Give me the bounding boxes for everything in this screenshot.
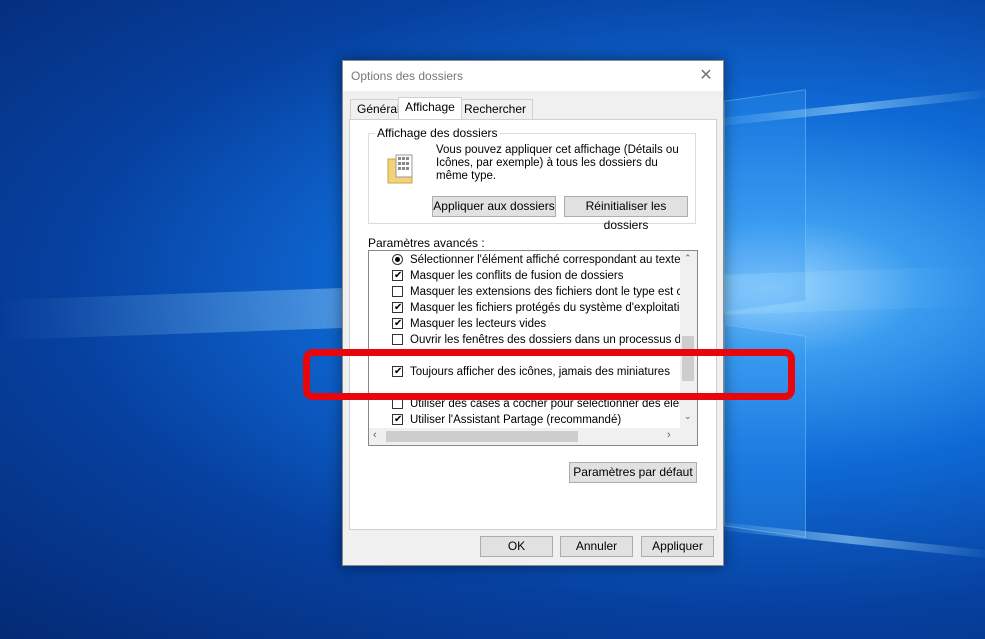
chevron-down-icon[interactable]: ⌄ <box>684 411 692 422</box>
window-title: Options des dossiers <box>351 69 464 83</box>
checkbox[interactable]: ✔ <box>392 414 403 425</box>
checkbox[interactable]: ✔ <box>392 302 403 313</box>
chevron-up-icon[interactable]: ⌃ <box>684 253 692 264</box>
folder-views-description: Vous pouvez appliquer cet affichage (Dét… <box>436 144 679 182</box>
checkmark-icon: ✔ <box>394 318 403 329</box>
item-label: Masquer les fichiers protégés du système… <box>410 302 697 314</box>
tab-affichage[interactable]: Affichage <box>398 97 462 119</box>
chevron-left-icon[interactable]: ‹ <box>373 429 377 441</box>
item-label: Utiliser l'Assistant Partage (recommandé… <box>410 414 622 426</box>
checkmark-icon: ✔ <box>394 414 403 425</box>
radio-dot-icon <box>395 257 400 262</box>
title-bar[interactable]: Options des dossiers ✕ <box>343 61 723 91</box>
checkmark-icon: ✔ <box>394 302 403 313</box>
list-item[interactable]: ✔ Utiliser l'Assistant Partage (recomman… <box>369 412 680 428</box>
checkbox[interactable]: ✔ <box>392 270 403 281</box>
checkmark-icon: ✔ <box>394 270 403 281</box>
chevron-right-icon[interactable]: › <box>667 429 671 441</box>
advanced-settings-tree[interactable]: Sélectionner l'élément affiché correspon… <box>368 250 698 446</box>
ok-button[interactable]: OK <box>480 536 553 557</box>
folder-views-group: Affichage des dossiers Vous pouvez appli… <box>368 126 696 232</box>
item-label: Masquer les extensions des fichiers dont… <box>410 286 698 298</box>
reset-folders-button[interactable]: Réinitialiser les dossiers <box>564 196 688 232</box>
tab-rechercher[interactable]: Rechercher <box>457 99 534 119</box>
apply-button[interactable]: Appliquer <box>641 536 714 557</box>
wallpaper-light-beam <box>699 520 985 560</box>
folder-views-legend: Affichage des dossiers <box>375 126 500 140</box>
item-label: Sélectionner l'élément affiché correspon… <box>410 254 681 266</box>
item-label: Masquer les conflits de fusion de dossie… <box>410 270 624 282</box>
cancel-button[interactable]: Annuler <box>560 536 633 557</box>
horizontal-scrollbar[interactable]: ‹ › <box>369 428 697 445</box>
restore-defaults-button[interactable]: Paramètres par défaut <box>569 462 697 483</box>
apply-to-folders-button[interactable]: Appliquer aux dossiers <box>432 196 556 217</box>
list-item[interactable]: Sélectionner l'élément affiché correspon… <box>369 252 681 268</box>
advanced-settings-label: Paramètres avancés : <box>368 236 485 250</box>
list-item[interactable]: Masquer les extensions des fichiers dont… <box>369 284 697 300</box>
highlight-annotation <box>303 349 795 400</box>
checkbox[interactable]: ✔ <box>392 318 403 329</box>
scrollbar-corner <box>680 428 697 445</box>
list-item[interactable]: ✔ Masquer les conflits de fusion de doss… <box>369 268 680 284</box>
tab-panel-affichage: Affichage des dossiers Vous pouvez appli… <box>349 119 717 530</box>
checkbox[interactable] <box>392 286 403 297</box>
list-item[interactable]: ✔ Masquer les lecteurs vides <box>369 316 680 332</box>
item-label: Ouvrir les fenêtres des dossiers dans un… <box>410 334 698 346</box>
item-label: Masquer les lecteurs vides <box>410 318 547 330</box>
radio-button[interactable] <box>392 254 403 265</box>
list-item[interactable]: ✔ Masquer les fichiers protégés du systè… <box>369 300 697 316</box>
folder-grid-icon <box>387 154 413 184</box>
checkbox[interactable] <box>392 334 403 345</box>
horizontal-scroll-thumb[interactable] <box>386 431 578 442</box>
list-item[interactable]: Ouvrir les fenêtres des dossiers dans un… <box>369 332 697 348</box>
folder-options-dialog: Options des dossiers ✕ Général Affichage… <box>342 60 724 566</box>
vertical-scrollbar[interactable]: ⌃ ⌄ <box>680 251 697 428</box>
close-icon[interactable]: ✕ <box>695 65 717 87</box>
